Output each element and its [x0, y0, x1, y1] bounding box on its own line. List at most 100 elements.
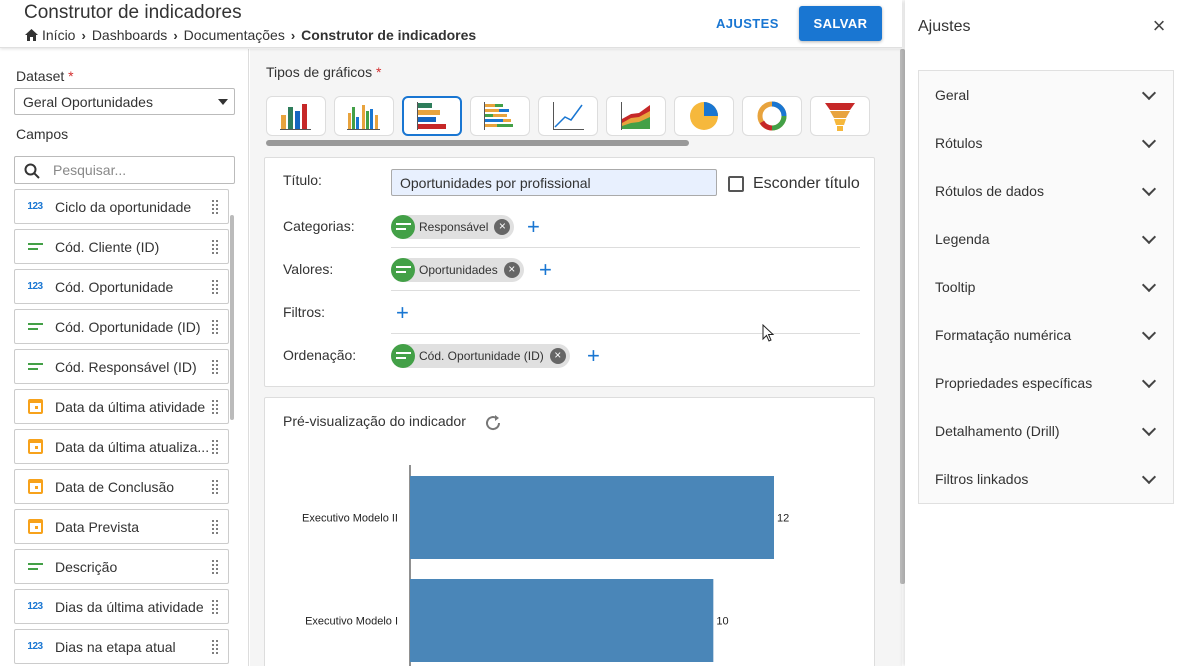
line-chart-icon[interactable] — [538, 96, 598, 136]
settings-section[interactable]: Rótulos de dados — [919, 167, 1173, 215]
valores-chip[interactable]: Oportunidades × — [391, 258, 524, 282]
field-item[interactable]: 123 Dias na etapa atual — [14, 629, 229, 664]
drag-handle-icon[interactable] — [208, 519, 222, 534]
settings-section[interactable]: Geral — [919, 71, 1173, 119]
drag-handle-icon[interactable] — [208, 399, 222, 414]
drag-handle-icon[interactable] — [208, 439, 222, 454]
settings-section-label: Formatação numérica — [935, 327, 1072, 343]
settings-section[interactable]: Tooltip — [919, 263, 1173, 311]
number-field-icon: 123 — [15, 201, 55, 212]
field-name: Data da última atualiza... — [55, 438, 208, 455]
number-icon-text: 123 — [27, 641, 43, 652]
titulo-label: Título: — [283, 172, 322, 188]
field-list: 123 Ciclo da oportunidade Cód. Cliente (ID… — [14, 189, 229, 666]
settings-section[interactable]: Filtros linkados — [919, 455, 1173, 503]
field-item[interactable]: Data Prevista — [14, 509, 229, 544]
breadcrumb-dashboards[interactable]: Dashboards — [92, 27, 168, 43]
chart-bar[interactable] — [410, 476, 774, 559]
add-filtro-icon[interactable]: + — [396, 302, 409, 324]
field-item[interactable]: Data da última atividade — [14, 389, 229, 424]
field-item[interactable]: Descrição — [14, 549, 229, 584]
drag-handle-icon[interactable] — [208, 199, 222, 214]
settings-section[interactable]: Rótulos — [919, 119, 1173, 167]
field-item[interactable]: Cód. Cliente (ID) — [14, 229, 229, 264]
stacked-horizontal-bar-icon[interactable] — [470, 96, 530, 136]
chart-types-scrollbar[interactable] — [266, 140, 689, 146]
field-item[interactable]: 123 Dias da última atividade — [14, 589, 229, 624]
field-item[interactable]: Cód. Oportunidade (ID) — [14, 309, 229, 344]
close-icon[interactable]: × — [1150, 15, 1168, 37]
settings-section-label: Propriedades específicas — [935, 375, 1093, 391]
settings-section[interactable]: Detalhamento (Drill) — [919, 407, 1173, 455]
settings-section[interactable]: Formatação numérica — [919, 311, 1173, 359]
funnel-chart-icon[interactable] — [810, 96, 870, 136]
settings-section[interactable]: Legenda — [919, 215, 1173, 263]
ajustes-button[interactable]: AJUSTES — [703, 8, 792, 40]
field-name: Descrição — [55, 558, 118, 575]
chevron-down-icon — [1141, 277, 1157, 292]
settings-section-label: Filtros linkados — [935, 471, 1029, 487]
settings-section[interactable]: Propriedades específicas — [919, 359, 1173, 407]
fields-sidebar: Dataset * Geral Oportunidades Campos 123… — [0, 49, 249, 666]
chart-types-label: Tipos de gráficos * — [266, 64, 382, 80]
remove-chip-icon[interactable]: × — [494, 219, 511, 235]
field-item[interactable]: 123 Ciclo da oportunidade — [14, 189, 229, 224]
add-ordenacao-icon[interactable]: + — [587, 345, 600, 367]
chart-type-picker — [266, 96, 870, 136]
remove-chip-icon[interactable]: × — [549, 348, 566, 364]
search-input[interactable] — [53, 160, 223, 180]
filtros-label: Filtros: — [283, 304, 325, 320]
horizontal-bar-chart-icon[interactable] — [402, 96, 462, 136]
chevron-down-icon — [1141, 373, 1157, 388]
field-item[interactable]: Data da última atualiza... — [14, 429, 229, 464]
field-item[interactable]: 123 Cód. Oportunidade — [14, 269, 229, 304]
chevron-down-icon — [1141, 181, 1157, 196]
field-item[interactable]: Cód. Responsável (ID) — [14, 349, 229, 384]
text-field-icon — [15, 562, 55, 571]
donut-chart-icon[interactable] — [742, 96, 802, 136]
title-input[interactable]: Oportunidades por profissional — [391, 169, 717, 196]
text-field-icon — [391, 215, 415, 239]
drag-handle-icon[interactable] — [208, 359, 222, 374]
calendar-icon — [15, 399, 55, 414]
dataset-label: Dataset * — [16, 68, 74, 84]
chevron-down-icon — [1141, 229, 1157, 244]
categorias-chip[interactable]: Responsável × — [391, 215, 515, 239]
calendar-icon — [15, 439, 55, 454]
settings-section-label: Detalhamento (Drill) — [935, 423, 1060, 439]
breadcrumb-inicio[interactable]: Início — [42, 27, 75, 43]
chart-data-label: 10 — [716, 616, 728, 628]
categorias-label: Categorias: — [283, 218, 355, 234]
sidebar-scrollbar[interactable] — [230, 215, 234, 420]
number-icon-text: 123 — [27, 281, 43, 292]
divider — [391, 247, 860, 248]
bar-chart-icon[interactable] — [266, 96, 326, 136]
text-field-icon — [391, 344, 415, 368]
drag-handle-icon[interactable] — [208, 279, 222, 294]
settings-accordion: Geral Rótulos Rótulos de dados Legenda Toolt… — [918, 70, 1174, 504]
text-field-icon — [15, 362, 55, 371]
pie-chart-icon[interactable] — [674, 96, 734, 136]
drag-handle-icon[interactable] — [208, 599, 222, 614]
drag-handle-icon[interactable] — [208, 239, 222, 254]
drag-handle-icon[interactable] — [208, 639, 222, 654]
drag-handle-icon[interactable] — [208, 559, 222, 574]
hide-title-label: Esconder título — [753, 175, 860, 192]
checkbox-icon[interactable] — [728, 176, 744, 192]
salvar-button[interactable]: SALVAR — [799, 6, 882, 41]
drag-handle-icon[interactable] — [208, 319, 222, 334]
chart-bar[interactable] — [410, 579, 714, 662]
add-valor-icon[interactable]: + — [539, 259, 552, 281]
ordenacao-chip[interactable]: Cód. Oportunidade (ID) × — [391, 344, 570, 368]
hide-title-checkbox[interactable]: Esconder título — [728, 175, 860, 193]
home-icon[interactable] — [25, 29, 38, 41]
dataset-select[interactable]: Geral Oportunidades — [14, 88, 235, 115]
breadcrumb-documentacoes[interactable]: Documentações — [184, 27, 285, 43]
text-field-icon — [15, 242, 55, 251]
drag-handle-icon[interactable] — [208, 479, 222, 494]
field-item[interactable]: Data de Conclusão — [14, 469, 229, 504]
grouped-bar-chart-icon[interactable] — [334, 96, 394, 136]
area-chart-icon[interactable] — [606, 96, 666, 136]
remove-chip-icon[interactable]: × — [503, 262, 520, 278]
add-categoria-icon[interactable]: + — [527, 216, 540, 238]
